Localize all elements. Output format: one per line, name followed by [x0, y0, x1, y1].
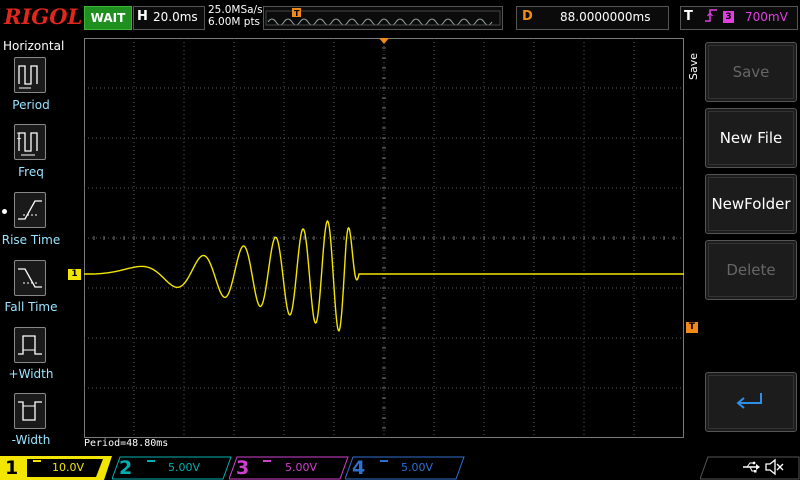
- run-status-badge[interactable]: WAIT: [84, 6, 132, 30]
- save-button[interactable]: Save: [705, 42, 797, 102]
- waveform-display[interactable]: [83, 37, 685, 439]
- graticule: [83, 37, 685, 439]
- usb-icon: [742, 460, 762, 478]
- menu-tab-label: Save: [687, 52, 701, 81]
- page-indicator-dot: [2, 209, 7, 214]
- trigger-level-value: 700mV: [745, 10, 788, 24]
- svg-text:1: 1: [16, 132, 22, 142]
- new-folder-button-label: NewFolder: [708, 177, 794, 231]
- timebase-label: H: [137, 9, 148, 24]
- negative-width-icon[interactable]: [14, 393, 46, 429]
- trigger-label: T: [684, 9, 693, 24]
- channel-4-scale[interactable]: 5.00V: [401, 461, 433, 474]
- new-file-button-label: New File: [708, 111, 794, 165]
- delete-button-label: Delete: [708, 243, 794, 297]
- menu-title: Horizontal: [3, 39, 65, 53]
- return-button[interactable]: [705, 372, 797, 432]
- channel-2-number[interactable]: 2: [119, 456, 132, 480]
- timebase-value: 20.0ms: [153, 10, 198, 24]
- channel-1-number[interactable]: 1: [5, 456, 18, 480]
- menu-item-freq[interactable]: Freq: [0, 165, 62, 179]
- speaker-mute-icon[interactable]: [764, 458, 784, 480]
- positive-width-icon[interactable]: [14, 327, 46, 363]
- channel-1-offset-marker[interactable]: 1: [68, 269, 81, 280]
- dc-coupling-icon: [380, 460, 388, 462]
- trigger-source-badge: 3: [723, 11, 734, 23]
- sample-rate: 25.0MSa/s: [208, 4, 263, 16]
- new-file-button[interactable]: New File: [705, 108, 797, 168]
- new-folder-button[interactable]: NewFolder: [705, 174, 797, 234]
- channel-2-scale[interactable]: 5.00V: [168, 461, 200, 474]
- delete-button[interactable]: Delete: [705, 240, 797, 300]
- rising-edge-icon: [704, 8, 718, 28]
- menu-item-rise-time[interactable]: Rise Time: [0, 233, 62, 247]
- delay-label: D: [522, 9, 533, 24]
- trigger-level-marker[interactable]: T: [686, 322, 698, 333]
- memory-depth: 6.00M pts: [208, 16, 261, 28]
- return-arrow-icon: [736, 393, 762, 409]
- channel-3-scale[interactable]: 5.00V: [285, 461, 317, 474]
- waveform-overview-icon: T: [265, 8, 501, 26]
- rise-time-icon[interactable]: [14, 192, 46, 228]
- svg-text:T: T: [294, 9, 300, 18]
- channel-1-scale[interactable]: 10.0V: [52, 461, 84, 474]
- dc-coupling-icon: [263, 460, 271, 462]
- save-button-label: Save: [708, 45, 794, 99]
- channel-4-number[interactable]: 4: [352, 456, 365, 480]
- menu-item-plus-width[interactable]: +Width: [0, 367, 62, 381]
- measurement-readout: Period=48.80ms: [84, 438, 169, 449]
- dc-coupling-icon: [33, 460, 41, 462]
- brand-logo: RIGOL: [4, 4, 83, 29]
- acquisition-info: 25.0MSa/s 6.00M pts: [208, 4, 263, 28]
- dc-coupling-icon: [147, 460, 155, 462]
- fall-time-icon[interactable]: [14, 260, 46, 296]
- trigger-position-marker: [379, 38, 389, 44]
- menu-item-period[interactable]: Period: [0, 98, 62, 112]
- frequency-icon[interactable]: 1: [14, 124, 46, 160]
- channel-3-number[interactable]: 3: [236, 456, 249, 480]
- horizontal-position-bar[interactable]: T: [263, 6, 503, 30]
- menu-item-minus-width[interactable]: -Width: [0, 433, 62, 447]
- period-icon[interactable]: [14, 57, 46, 93]
- menu-item-fall-time[interactable]: Fall Time: [0, 300, 62, 314]
- delay-value: 88.0000000ms: [560, 10, 651, 24]
